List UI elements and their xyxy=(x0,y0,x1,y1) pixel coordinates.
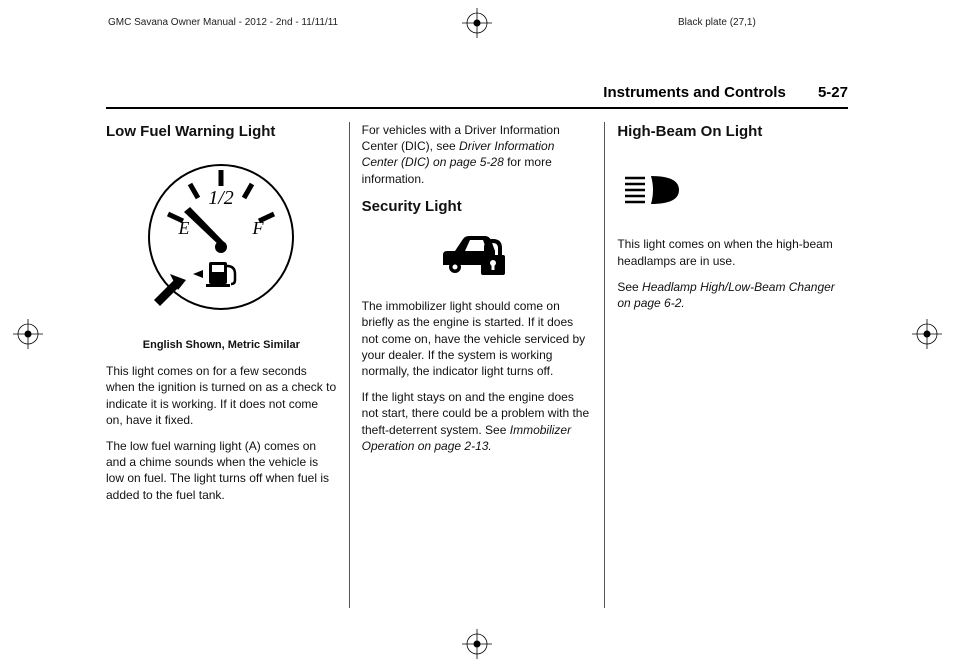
svg-text:E: E xyxy=(178,218,190,238)
registration-mark-icon xyxy=(13,319,43,349)
fuel-gauge-icon: 1/2 E F xyxy=(136,152,306,322)
security-light-figure xyxy=(362,227,593,286)
body-text: See Headlamp High/Low-Beam Changer on pa… xyxy=(617,279,848,311)
svg-text:1/2: 1/2 xyxy=(209,187,235,209)
chapter-title: Instruments and Controls xyxy=(603,84,786,101)
column-1: Low Fuel Warning Light 1/2 E F xyxy=(106,122,349,608)
body-text: The immobilizer light should come on bri… xyxy=(362,298,593,379)
body-text: The low fuel warning light (A) comes on … xyxy=(106,438,337,503)
figure-caption: English Shown, Metric Similar xyxy=(106,338,337,353)
page-number: 5-27 xyxy=(818,84,848,101)
column-3: High-Beam On Light This light comes on w… xyxy=(605,122,848,608)
content-columns: Low Fuel Warning Light 1/2 E F xyxy=(106,122,848,608)
registration-mark-icon xyxy=(462,8,492,38)
registration-mark-icon xyxy=(462,629,492,659)
fuel-gauge-figure: 1/2 E F xyxy=(106,152,337,326)
body-text: This light comes on for a few seconds wh… xyxy=(106,363,337,428)
page-header: Instruments and Controls 5-27 xyxy=(106,84,848,109)
column-2: For vehicles with a Driver Information C… xyxy=(350,122,605,608)
body-text: For vehicles with a Driver Information C… xyxy=(362,122,593,187)
svg-text:F: F xyxy=(252,218,265,238)
cross-reference: Headlamp High/Low-Beam Changer on page 6… xyxy=(617,280,834,310)
body-text: This light comes on when the high-beam h… xyxy=(617,236,848,268)
body-text: If the light stays on and the engine doe… xyxy=(362,389,593,454)
high-beam-figure xyxy=(623,172,848,212)
security-light-icon xyxy=(437,227,517,282)
high-beam-icon xyxy=(623,172,683,208)
heading-high-beam: High-Beam On Light xyxy=(617,122,848,142)
heading-security-light: Security Light xyxy=(362,197,593,217)
heading-low-fuel: Low Fuel Warning Light xyxy=(106,122,337,142)
registration-mark-icon xyxy=(912,319,942,349)
print-doc-title: GMC Savana Owner Manual - 2012 - 2nd - 1… xyxy=(108,17,338,28)
print-plate-info: Black plate (27,1) xyxy=(678,17,756,28)
